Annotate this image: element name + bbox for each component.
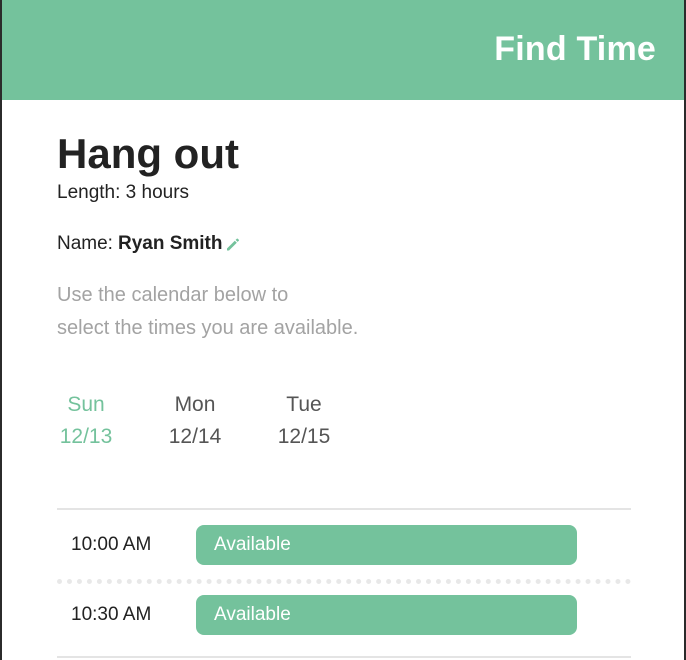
day-date: 12/15 xyxy=(277,425,331,448)
time-slot-row: 10:30 AM Available xyxy=(57,584,631,658)
availability-button[interactable]: Available xyxy=(196,595,577,635)
day-date: 12/13 xyxy=(59,425,113,448)
day-tab-sun[interactable]: Sun 12/13 xyxy=(41,389,131,453)
event-length: Length: 3 hours xyxy=(57,182,190,203)
day-weekday: Sun xyxy=(67,393,105,416)
instructions-line-2: select the times you are available. xyxy=(57,317,359,339)
instructions-line-1: Use the calendar below to xyxy=(57,284,289,306)
pencil-icon[interactable] xyxy=(225,236,241,252)
time-slot-list: 10:00 AM Available 10:30 AM Available xyxy=(57,508,631,658)
day-weekday: Tue xyxy=(286,393,322,416)
app-frame: Find Time Hang out Length: 3 hours Name:… xyxy=(0,0,686,660)
app-header: Find Time xyxy=(2,0,684,100)
name-row: Name: Ryan Smith xyxy=(57,233,241,255)
day-weekday: Mon xyxy=(174,393,216,416)
slot-time: 10:00 AM xyxy=(71,534,152,555)
user-name[interactable]: Ryan Smith xyxy=(118,233,223,255)
slot-time: 10:30 AM xyxy=(71,604,152,625)
event-title: Hang out xyxy=(57,130,239,177)
day-date: 12/14 xyxy=(168,425,222,448)
instructions-text: Use the calendar below to select the tim… xyxy=(57,279,477,345)
day-tab-mon[interactable]: Mon 12/14 xyxy=(150,389,240,453)
name-label: Name: xyxy=(57,233,113,254)
availability-button[interactable]: Available xyxy=(196,525,577,565)
time-slot-row: 10:00 AM Available xyxy=(57,510,631,584)
day-tab-tue[interactable]: Tue 12/15 xyxy=(259,389,349,453)
app-title: Find Time xyxy=(494,30,656,68)
